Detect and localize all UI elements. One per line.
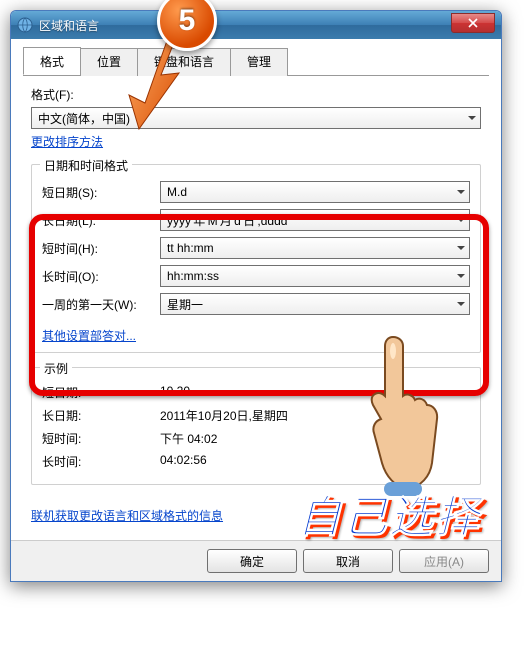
tab-administrative[interactable]: 管理 (230, 48, 288, 76)
tab-keyboard-language[interactable]: 键盘和语言 (137, 48, 231, 76)
chevron-down-icon (457, 190, 465, 194)
short-time-row: 短时间(H): tt hh:mm (42, 237, 470, 259)
example-group: 示例 短日期: 10.20 长日期: 2011年10月20日,星期四 短时间: … (31, 367, 481, 485)
short-time-select[interactable]: tt hh:mm (160, 237, 470, 259)
example-group-legend: 示例 (40, 360, 72, 377)
example-long-time: 长时间: 04:02:56 (42, 453, 470, 470)
chevron-down-icon (468, 116, 476, 120)
example-long-date: 长日期: 2011年10月20日,星期四 (42, 407, 470, 424)
short-date-select[interactable]: M.d (160, 181, 470, 203)
cancel-button[interactable]: 取消 (303, 549, 393, 573)
long-time-row: 长时间(O): hh:mm:ss (42, 265, 470, 287)
example-short-time: 短时间: 下午 04:02 (42, 430, 470, 447)
close-button[interactable] (451, 13, 495, 33)
long-date-row: 长日期(L): yyyy'年'M'月'd'日',dddd (42, 209, 470, 231)
long-time-select[interactable]: hh:mm:ss (160, 265, 470, 287)
tab-location[interactable]: 位置 (80, 48, 138, 76)
first-day-label: 一周的第一天(W): (42, 296, 160, 313)
example-short-date: 短日期: 10.20 (42, 384, 470, 401)
globe-icon (17, 17, 33, 33)
ok-button[interactable]: 确定 (207, 549, 297, 573)
apply-button[interactable]: 应用(A) (399, 549, 489, 573)
chevron-down-icon (457, 246, 465, 250)
long-date-select[interactable]: yyyy'年'M'月'd'日',dddd (160, 209, 470, 231)
dialog-footer: 确定 取消 应用(A) (11, 540, 501, 581)
format-select[interactable]: 中文(简体，中国) (31, 107, 481, 129)
datetime-group-legend: 日期和时间格式 (40, 157, 132, 174)
more-settings-link[interactable]: 其他设置部答对... (42, 327, 136, 344)
short-date-row: 短日期(S): M.d (42, 181, 470, 203)
tab-strip: 格式 位置 键盘和语言 管理 (23, 47, 489, 76)
chevron-down-icon (457, 274, 465, 278)
chevron-down-icon (457, 302, 465, 306)
region-language-dialog: 区域和语言 格式 位置 键盘和语言 管理 格式(F): 中文(简体，中国) 更改… (10, 10, 502, 582)
titlebar: 区域和语言 (11, 11, 501, 39)
long-time-label: 长时间(O): (42, 268, 160, 285)
short-date-label: 短日期(S): (42, 184, 160, 201)
chevron-down-icon (457, 218, 465, 222)
online-help-link[interactable]: 联机获取更改语言和区域格式的信息 (31, 507, 223, 524)
first-day-select[interactable]: 星期一 (160, 293, 470, 315)
format-select-value: 中文(简体，中国) (38, 110, 130, 127)
dialog-body: 格式 位置 键盘和语言 管理 格式(F): 中文(简体，中国) 更改排序方法 日… (11, 39, 501, 540)
datetime-formats-group: 日期和时间格式 短日期(S): M.d 长日期(L): yyyy'年'M'月'd… (31, 164, 481, 353)
format-label: 格式(F): (31, 86, 481, 103)
window-title: 区域和语言 (39, 17, 99, 34)
long-date-label: 长日期(L): (42, 212, 160, 229)
first-day-row: 一周的第一天(W): 星期一 (42, 293, 470, 315)
change-sort-link[interactable]: 更改排序方法 (31, 133, 103, 150)
tab-format[interactable]: 格式 (23, 47, 81, 75)
short-time-label: 短时间(H): (42, 240, 160, 257)
